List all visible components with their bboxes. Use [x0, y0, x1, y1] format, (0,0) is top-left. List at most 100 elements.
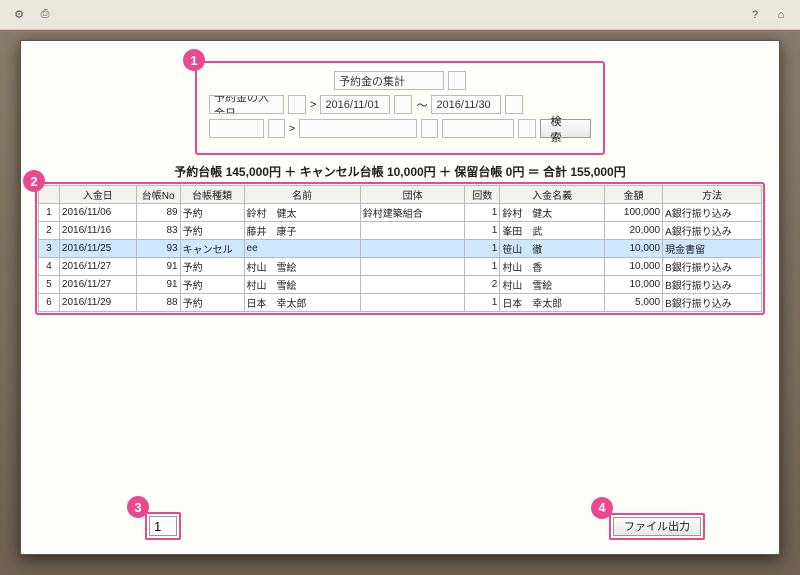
cell-name: 日本 幸太郎	[244, 294, 360, 312]
home-icon[interactable]: ⌂	[772, 6, 790, 24]
filter1-input[interactable]	[209, 119, 264, 138]
col-header[interactable]: 入金日	[59, 186, 136, 204]
callout-2: 2	[23, 170, 45, 192]
cell-payer: 日本 幸太郎	[500, 294, 605, 312]
cell-amt: 100,000	[604, 204, 662, 222]
search-button[interactable]: 検 索	[540, 119, 592, 138]
search-title: 予約金の集計	[334, 71, 444, 90]
filter2-input[interactable]	[299, 119, 416, 138]
cell-name: ee	[244, 240, 360, 258]
cell-cnt: 1	[465, 294, 500, 312]
cell-payer: 村山 香	[500, 258, 605, 276]
date-from-input[interactable]: 2016/11/01	[320, 95, 390, 114]
table-row[interactable]: 62016/11/2988予約日本 幸太郎1日本 幸太郎5,000B銀行振り込み	[39, 294, 762, 312]
cell-name: 村山 雪絵	[244, 276, 360, 294]
cell-idx: 5	[39, 276, 60, 294]
print-icon[interactable]: ⎙	[36, 6, 54, 24]
filter3-aux[interactable]	[518, 119, 535, 138]
table-row[interactable]: 42016/11/2791予約村山 雪絵1村山 香10,000B銀行振り込み	[39, 258, 762, 276]
cell-amt: 10,000	[604, 258, 662, 276]
filter2-aux[interactable]	[421, 119, 438, 138]
callout-4: 4	[591, 497, 613, 519]
col-header[interactable]: 名前	[244, 186, 360, 204]
cell-kind: 予約	[180, 294, 244, 312]
results-table: 入金日台帳No台帳種類名前団体回数入金名義金額方法 12016/11/0689予…	[38, 185, 762, 312]
help-icon[interactable]: ?	[746, 6, 764, 24]
cell-date: 2016/11/25	[59, 240, 136, 258]
cell-org	[360, 276, 465, 294]
cell-idx: 4	[39, 258, 60, 276]
cell-org	[360, 258, 465, 276]
cell-org	[360, 294, 465, 312]
cell-amt: 10,000	[604, 276, 662, 294]
col-header[interactable]: 台帳No	[136, 186, 180, 204]
col-header[interactable]: 団体	[360, 186, 465, 204]
date-to-input[interactable]: 2016/11/30	[431, 95, 501, 114]
gt-symbol-2: >	[289, 123, 295, 135]
cell-method: B銀行振り込み	[663, 276, 762, 294]
table-row[interactable]: 22016/11/1683予約藤井 康子1峯田 武20,000A銀行振り込み	[39, 222, 762, 240]
date-from-picker[interactable]	[394, 95, 412, 114]
cell-method: A銀行振り込み	[663, 222, 762, 240]
cell-cnt: 1	[465, 204, 500, 222]
cell-date: 2016/11/06	[59, 204, 136, 222]
table-row[interactable]: 52016/11/2791予約村山 雪絵2村山 雪絵10,000B銀行振り込み	[39, 276, 762, 294]
page-input[interactable]	[149, 516, 177, 536]
grid-area: 2 入金日台帳No台帳種類名前団体回数入金名義金額方法 12016/11/068…	[35, 182, 765, 315]
title-aux-box[interactable]	[448, 71, 466, 90]
cell-kind: 予約	[180, 258, 244, 276]
cell-amt: 5,000	[604, 294, 662, 312]
cell-name: 村山 雪絵	[244, 258, 360, 276]
gear-icon[interactable]: ⚙	[10, 6, 28, 24]
cell-idx: 2	[39, 222, 60, 240]
cell-no: 91	[136, 276, 180, 294]
cell-payer: 鈴村 健太	[500, 204, 605, 222]
deposit-aux-box[interactable]	[288, 95, 306, 114]
date-to-picker[interactable]	[505, 95, 523, 114]
cell-no: 91	[136, 258, 180, 276]
cell-amt: 10,000	[604, 240, 662, 258]
cell-idx: 3	[39, 240, 60, 258]
cell-cnt: 1	[465, 258, 500, 276]
cell-kind: 予約	[180, 204, 244, 222]
cell-payer: 村山 雪絵	[500, 276, 605, 294]
cell-org	[360, 240, 465, 258]
filter3-input[interactable]	[442, 119, 515, 138]
col-header[interactable]: 台帳種類	[180, 186, 244, 204]
cell-method: 現金書留	[663, 240, 762, 258]
cell-payer: 笹山 徹	[500, 240, 605, 258]
cell-date: 2016/11/27	[59, 276, 136, 294]
cell-name: 藤井 康子	[244, 222, 360, 240]
table-row[interactable]: 32016/11/2593キャンセルee1笹山 徹10,000現金書留	[39, 240, 762, 258]
col-header[interactable]: 方法	[663, 186, 762, 204]
cell-cnt: 1	[465, 240, 500, 258]
cell-no: 83	[136, 222, 180, 240]
page-box: 3	[145, 512, 181, 540]
table-row[interactable]: 12016/11/0689予約鈴村 健太鈴村建築組合1鈴村 健太100,000A…	[39, 204, 762, 222]
col-header[interactable]: 入金名義	[500, 186, 605, 204]
cell-org: 鈴村建築組合	[360, 204, 465, 222]
cell-kind: 予約	[180, 222, 244, 240]
filter1-aux[interactable]	[268, 119, 285, 138]
callout-3: 3	[127, 496, 149, 518]
cell-cnt: 2	[465, 276, 500, 294]
export-box: 4 ファイル出力	[609, 513, 705, 540]
topbar: ⚙ ⎙ ? ⌂	[0, 0, 800, 30]
cell-kind: 予約	[180, 276, 244, 294]
export-button[interactable]: ファイル出力	[613, 517, 701, 536]
cell-method: A銀行振り込み	[663, 204, 762, 222]
col-header[interactable]: 回数	[465, 186, 500, 204]
summary-line: 予約台帳 145,000円 ＋ キャンセル台帳 10,000円 ＋ 保留台帳 0…	[35, 163, 765, 180]
cell-idx: 6	[39, 294, 60, 312]
cell-date: 2016/11/29	[59, 294, 136, 312]
cell-org	[360, 222, 465, 240]
range-sep: ～	[416, 97, 427, 113]
cell-no: 89	[136, 204, 180, 222]
col-header[interactable]: 金額	[604, 186, 662, 204]
gt-symbol-1: >	[310, 99, 316, 111]
footer: 3 4 ファイル出力	[35, 512, 765, 540]
cell-name: 鈴村 健太	[244, 204, 360, 222]
callout-1: 1	[183, 49, 205, 71]
search-area: 1 予約金の集計 予約金の入金日 > 2016/11/01 ～ 2016/11/…	[195, 61, 605, 155]
cell-idx: 1	[39, 204, 60, 222]
